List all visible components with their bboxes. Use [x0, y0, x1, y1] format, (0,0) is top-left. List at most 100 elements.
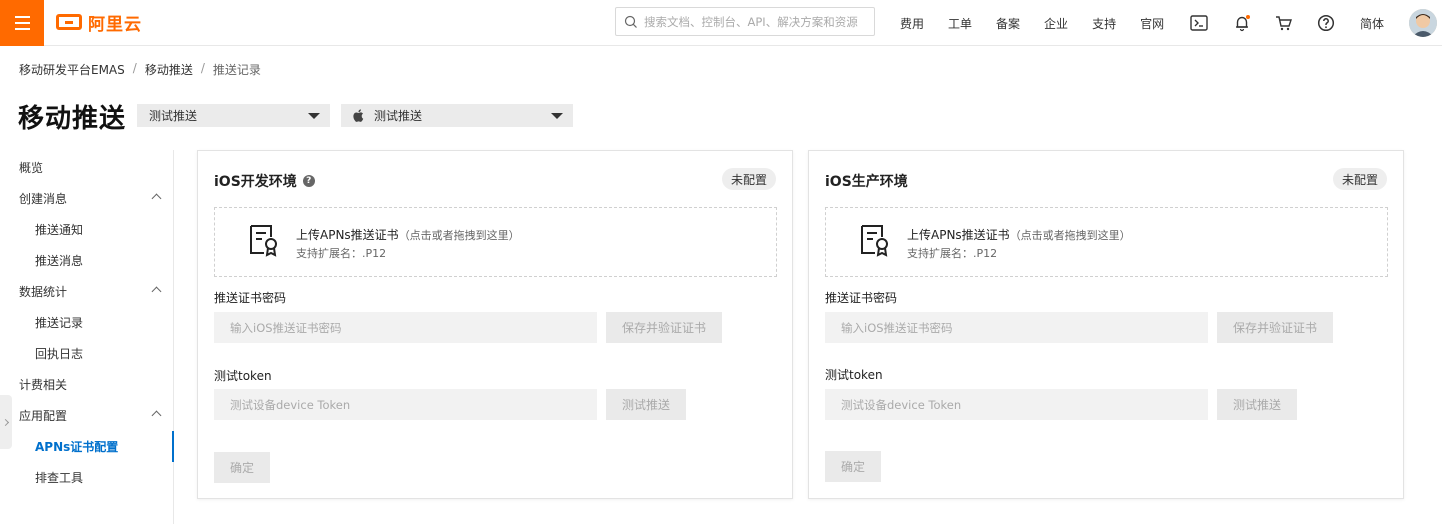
certificate-icon	[250, 225, 277, 257]
password-label: 推送证书密码	[825, 291, 898, 305]
save-verify-button[interactable]: 保存并验证证书	[1217, 312, 1334, 343]
nav-tickets[interactable]: 工单	[948, 15, 972, 32]
question-icon[interactable]: ?	[302, 175, 315, 187]
card-title-text: iOS生产环境	[825, 174, 908, 190]
upload-hint: （点击或者拖拽到这里）	[1009, 229, 1131, 242]
sidebar-item-label: 排查工具	[35, 471, 84, 485]
save-verify-button[interactable]: 保存并验证证书	[606, 312, 723, 343]
sidebar-item-label: 数据统计	[19, 285, 68, 299]
cert-password-input[interactable]	[214, 312, 597, 343]
upload-title-text: 上传APNs推送证书	[907, 228, 1010, 242]
app-select[interactable]: 测试推送	[137, 104, 330, 127]
upload-title: 上传APNs推送证书（点击或者拖拽到这里）	[296, 226, 520, 243]
token-label: 测试token	[825, 368, 883, 382]
sidebar-item-label: 推送通知	[35, 223, 84, 237]
sidebar-item-troubleshoot[interactable]: 排查工具	[0, 462, 174, 493]
logo-icon	[56, 14, 82, 30]
sidebar-collapse-toggle[interactable]	[0, 395, 12, 449]
certificate-icon	[861, 225, 888, 257]
nav-enterprise[interactable]: 企业	[1044, 15, 1068, 32]
test-push-button[interactable]: 测试推送	[606, 389, 687, 420]
language-switch[interactable]: 简体	[1360, 15, 1384, 32]
terminal-icon[interactable]	[1189, 13, 1209, 33]
breadcrumb-current: 推送记录	[212, 63, 261, 77]
search-input[interactable]	[644, 14, 869, 29]
chevron-right-icon	[1, 418, 9, 426]
sidebar-item-push-message[interactable]: 推送消息	[0, 245, 174, 276]
search-icon	[624, 15, 637, 28]
sidebar-item-receipt-logs[interactable]: 回执日志	[0, 338, 174, 369]
sidebar-item-push-notification[interactable]: 推送通知	[0, 214, 174, 245]
sidebar-item-label: APNs证书配置	[35, 440, 119, 454]
hamburger-icon	[14, 16, 30, 18]
device-token-input[interactable]	[214, 389, 597, 420]
cert-upload-dropzone[interactable]: 上传APNs推送证书（点击或者拖拽到这里） 支持扩展名：.P12	[214, 207, 777, 277]
card-title: iOS开发环境 ?	[214, 171, 315, 191]
avatar[interactable]	[1409, 9, 1437, 37]
top-bar: 阿里云 费用 工单 备案 企业 支持 官网 简体	[0, 0, 1442, 46]
sidebar-item-push-records[interactable]: 推送记录	[0, 307, 174, 338]
caret-down-icon	[551, 113, 563, 119]
sidebar-group-create-message[interactable]: 创建消息	[0, 183, 174, 214]
upload-title-text: 上传APNs推送证书	[296, 228, 399, 242]
confirm-button[interactable]: 确定	[214, 452, 271, 483]
ios-prod-env-card: iOS生产环境 未配置 上传APNs推送证书（点击或者拖拽到这里） 支持扩展名：…	[808, 150, 1404, 499]
nav-icp[interactable]: 备案	[996, 15, 1020, 32]
sidebar: 概览 创建消息 推送通知 推送消息 数据统计 推送记录 回执日志 计费相关 应用…	[0, 150, 174, 524]
test-push-button[interactable]: 测试推送	[1217, 389, 1298, 420]
hamburger-icon-line	[14, 28, 30, 30]
logo-text: 阿里云	[88, 14, 142, 35]
upload-title: 上传APNs推送证书（点击或者拖拽到这里）	[907, 226, 1131, 243]
card-title: iOS生产环境	[825, 171, 908, 191]
nav-support[interactable]: 支持	[1092, 15, 1116, 32]
help-icon[interactable]	[1316, 13, 1336, 33]
status-badge: 未配置	[1332, 168, 1387, 190]
cert-password-input[interactable]	[825, 312, 1208, 343]
menu-button[interactable]	[0, 0, 44, 46]
aliyun-logo[interactable]: 阿里云	[56, 10, 142, 35]
breadcrumb: 移动研发平台EMAS / 移动推送 / 推送记录	[19, 61, 261, 78]
sidebar-item-label: 创建消息	[19, 192, 68, 206]
bell-icon[interactable]	[1232, 13, 1252, 33]
upload-extension-hint: 支持扩展名：.P12	[296, 247, 387, 260]
sidebar-group-statistics[interactable]: 数据统计	[0, 276, 174, 307]
sidebar-item-label: 推送记录	[35, 316, 84, 330]
token-label: 测试token	[214, 369, 272, 383]
breadcrumb-emas[interactable]: 移动研发平台EMAS	[19, 61, 125, 78]
breadcrumb-separator: /	[132, 61, 137, 75]
hamburger-icon-line	[14, 22, 30, 24]
sidebar-item-label: 概览	[19, 161, 44, 175]
device-token-input[interactable]	[825, 389, 1208, 420]
platform-select-value: 测试推送	[374, 109, 423, 123]
top-nav: 费用 工单 备案 企业 支持 官网	[900, 0, 1188, 46]
platform-select[interactable]: 测试推送	[341, 104, 573, 127]
breadcrumb-push[interactable]: 移动推送	[145, 61, 193, 78]
upload-extension-hint: 支持扩展名：.P12	[907, 247, 998, 260]
search-box[interactable]	[615, 7, 875, 36]
sidebar-item-billing[interactable]: 计费相关	[0, 369, 174, 400]
sidebar-item-label: 应用配置	[19, 409, 68, 423]
caret-down-icon	[308, 113, 320, 119]
chevron-up-icon	[151, 286, 162, 297]
upload-hint: （点击或者拖拽到这里）	[398, 229, 520, 242]
page-title: 移动推送	[18, 104, 127, 134]
app-select-value: 测试推送	[149, 109, 198, 123]
apple-icon	[353, 109, 364, 122]
cert-upload-dropzone[interactable]: 上传APNs推送证书（点击或者拖拽到这里） 支持扩展名：.P12	[825, 207, 1388, 277]
nav-official-site[interactable]: 官网	[1140, 15, 1164, 32]
nav-fees[interactable]: 费用	[900, 15, 924, 32]
card-title-text: iOS开发环境	[214, 174, 297, 190]
password-label: 推送证书密码	[214, 291, 287, 305]
sidebar-item-label: 推送消息	[35, 254, 84, 268]
cart-icon[interactable]	[1274, 13, 1294, 33]
sidebar-item-label: 回执日志	[35, 347, 84, 361]
sidebar-item-apns-cert[interactable]: APNs证书配置	[0, 431, 174, 462]
confirm-button[interactable]: 确定	[825, 451, 882, 482]
chevron-up-icon	[151, 193, 162, 204]
breadcrumb-separator: /	[200, 61, 205, 75]
sidebar-group-app-config[interactable]: 应用配置	[0, 400, 174, 431]
ios-dev-env-card: iOS开发环境 ? 未配置 上传APNs推送证书（点击或者拖拽到这里） 支持扩展…	[197, 150, 793, 499]
status-badge: 未配置	[721, 168, 776, 190]
sidebar-item-overview[interactable]: 概览	[0, 152, 174, 183]
sidebar-item-label: 计费相关	[19, 378, 68, 392]
